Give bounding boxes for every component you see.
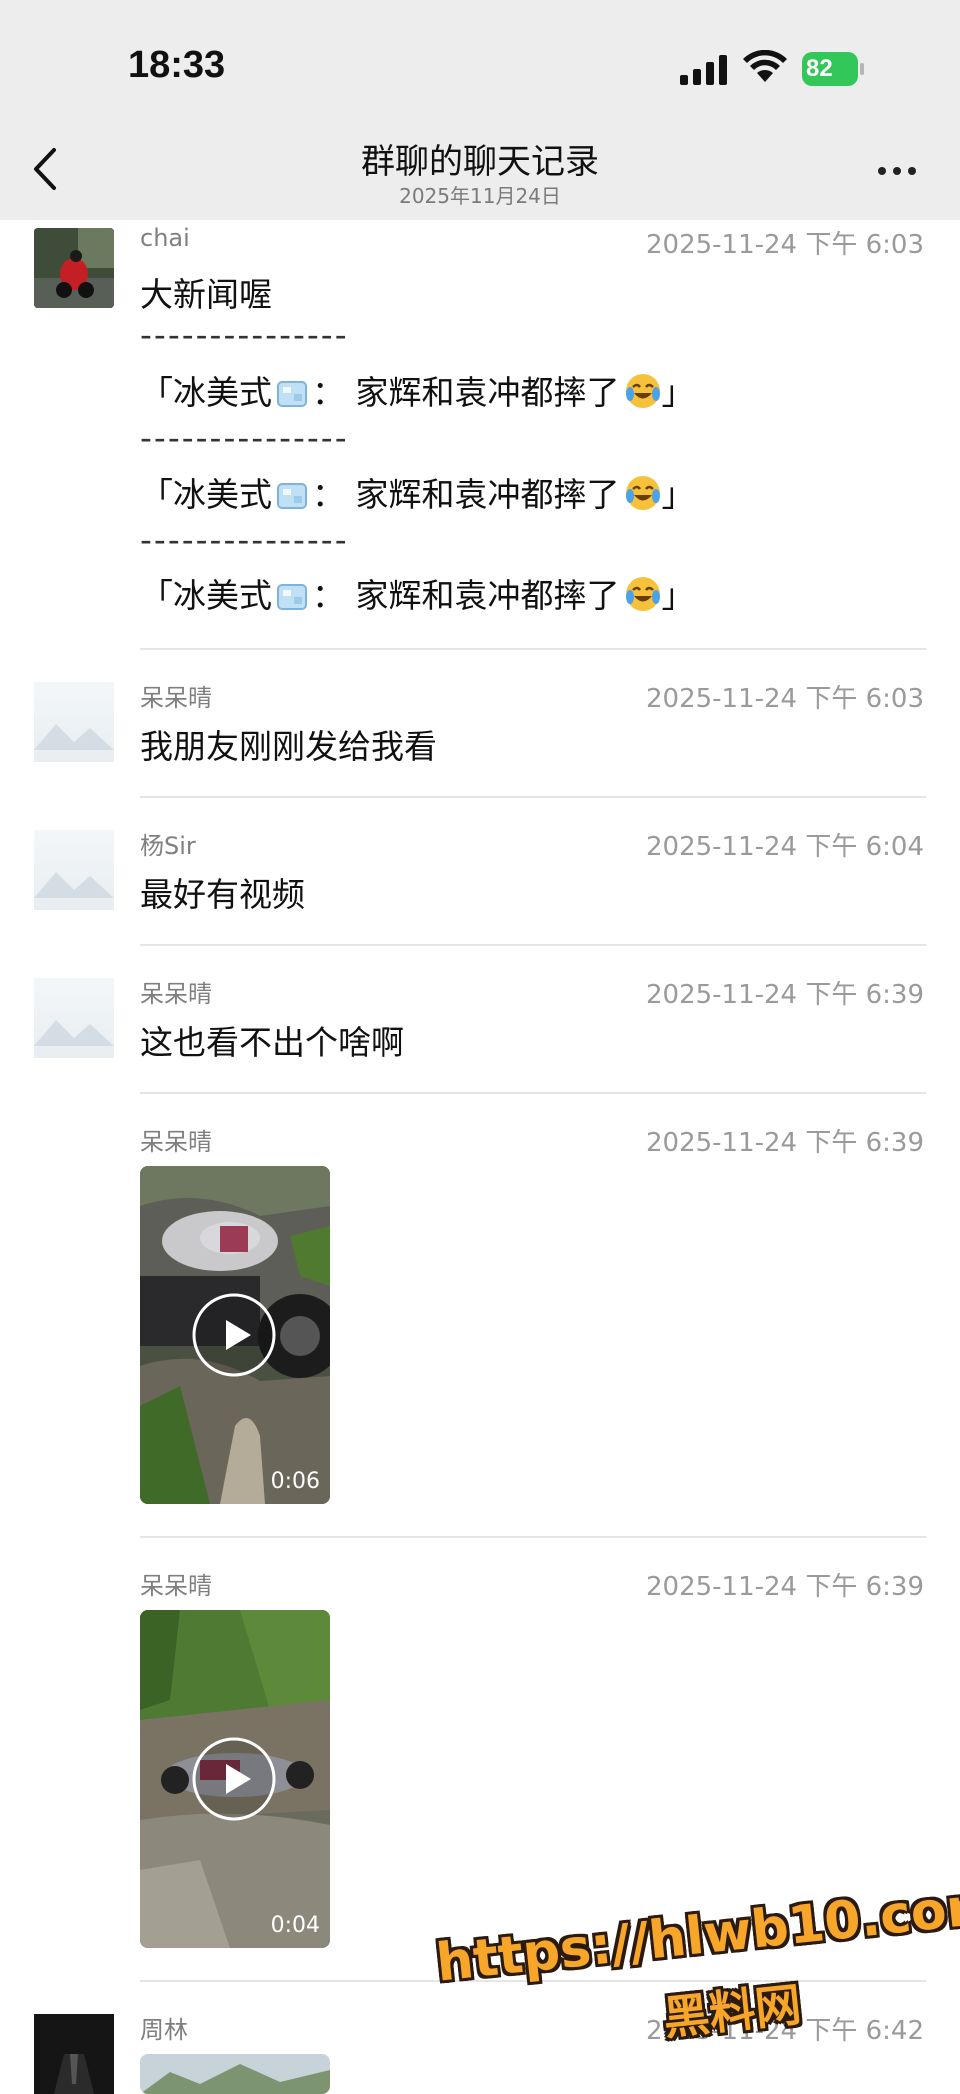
sender-name: 呆呆晴 (140, 980, 212, 1008)
cellular-signal-icon (680, 55, 727, 85)
sender-name: 周林 (140, 2016, 188, 2044)
avatar[interactable] (34, 228, 114, 308)
divider-dashes: --------------- (140, 520, 349, 559)
quote-name: 「冰美式 (140, 373, 272, 412)
nav-bar: 群聊的聊天记录 2025年11月24日 (0, 130, 960, 220)
quote-name: 「冰美式 (140, 576, 272, 615)
message-time: 2025-11-24 下午 6:03 (645, 230, 924, 260)
image-thumbnail[interactable] (140, 2054, 330, 2094)
battery-level: 82 (802, 52, 858, 86)
message-time: 2025-11-24 下午 6:39 (645, 1128, 924, 1158)
ice-cube-emoji-icon (276, 377, 308, 407)
laughing-crying-emoji-icon (624, 575, 662, 613)
message-text: 我朋友刚刚发给我看 (140, 727, 437, 766)
message-time: 2025-11-24 下午 6:03 (645, 684, 924, 714)
quote-close: 」 (661, 475, 695, 514)
avatar[interactable] (34, 2014, 114, 2094)
image-placeholder-icon (34, 872, 114, 898)
quoted-line: 「冰美式 ： 家辉和袁冲都摔了 」 (140, 569, 695, 617)
avatar[interactable] (34, 830, 114, 910)
watermark-url: https://hlwb10.com (433, 1874, 960, 1994)
video-thumbnail[interactable]: 0:04 (140, 1610, 330, 1948)
quote-text: ： 家辉和袁冲都摔了 (312, 475, 620, 514)
video-duration: 0:04 (270, 1913, 320, 1938)
image-placeholder-icon (34, 1020, 114, 1046)
message-text: 最好有视频 (140, 875, 305, 914)
message-divider (140, 944, 926, 946)
message-time: 2025-11-24 下午 6:39 (645, 980, 924, 1010)
status-time: 18:33 (128, 44, 226, 86)
watermark: https://hlwb10.com 黑料网 (434, 1875, 960, 2083)
message-text: 大新闻喔 (140, 275, 272, 314)
more-options-icon[interactable] (872, 156, 922, 186)
message-divider (140, 648, 926, 650)
quote-name: 「冰美式 (140, 475, 272, 514)
avatar[interactable] (34, 682, 114, 762)
quoted-line: 「冰美式 ： 家辉和袁冲都摔了 」 (140, 366, 695, 414)
ice-cube-emoji-icon (276, 580, 308, 610)
quote-text: ： 家辉和袁冲都摔了 (312, 576, 620, 615)
message-divider (140, 796, 926, 798)
video-duration: 0:06 (270, 1469, 320, 1494)
message-time: 2025-11-24 下午 6:39 (645, 1572, 924, 1602)
sender-name: 杨Sir (140, 832, 196, 860)
page-subtitle: 2025年11月24日 (399, 184, 561, 208)
message-text: 这也看不出个啥啊 (140, 1023, 404, 1062)
message-time: 2025-11-24 下午 6:04 (645, 832, 924, 862)
image-placeholder-icon (34, 724, 114, 750)
message-divider (140, 1092, 926, 1094)
battery-icon: 82 (802, 52, 864, 86)
sender-name: 呆呆晴 (140, 1572, 212, 1600)
person-photo-icon (34, 2014, 114, 2094)
divider-dashes: --------------- (140, 315, 349, 354)
avatar[interactable] (34, 978, 114, 1058)
quote-text: ： 家辉和袁冲都摔了 (312, 373, 620, 412)
sender-name: 呆呆晴 (140, 1128, 212, 1156)
video-thumbnail[interactable]: 0:06 (140, 1166, 330, 1504)
motorcycle-photo-icon (34, 228, 114, 308)
divider-dashes: --------------- (140, 418, 349, 457)
quote-close: 」 (661, 373, 695, 412)
quote-close: 」 (661, 576, 695, 615)
laughing-crying-emoji-icon (624, 474, 662, 512)
status-bar: 18:33 82 (0, 0, 960, 130)
wifi-icon (743, 50, 787, 82)
play-icon[interactable] (191, 1736, 277, 1822)
landscape-photo-frame (140, 2054, 330, 2094)
watermark-name: 黑料网 (660, 1977, 804, 2046)
ice-cube-emoji-icon (276, 479, 308, 509)
page-title: 群聊的聊天记录 (361, 142, 599, 182)
message-divider (140, 1536, 926, 1538)
sender-name: 呆呆晴 (140, 684, 212, 712)
quoted-line: 「冰美式 ： 家辉和袁冲都摔了 」 (140, 468, 695, 516)
play-icon[interactable] (191, 1292, 277, 1378)
laughing-crying-emoji-icon (624, 372, 662, 410)
sender-name: chai (140, 224, 190, 252)
